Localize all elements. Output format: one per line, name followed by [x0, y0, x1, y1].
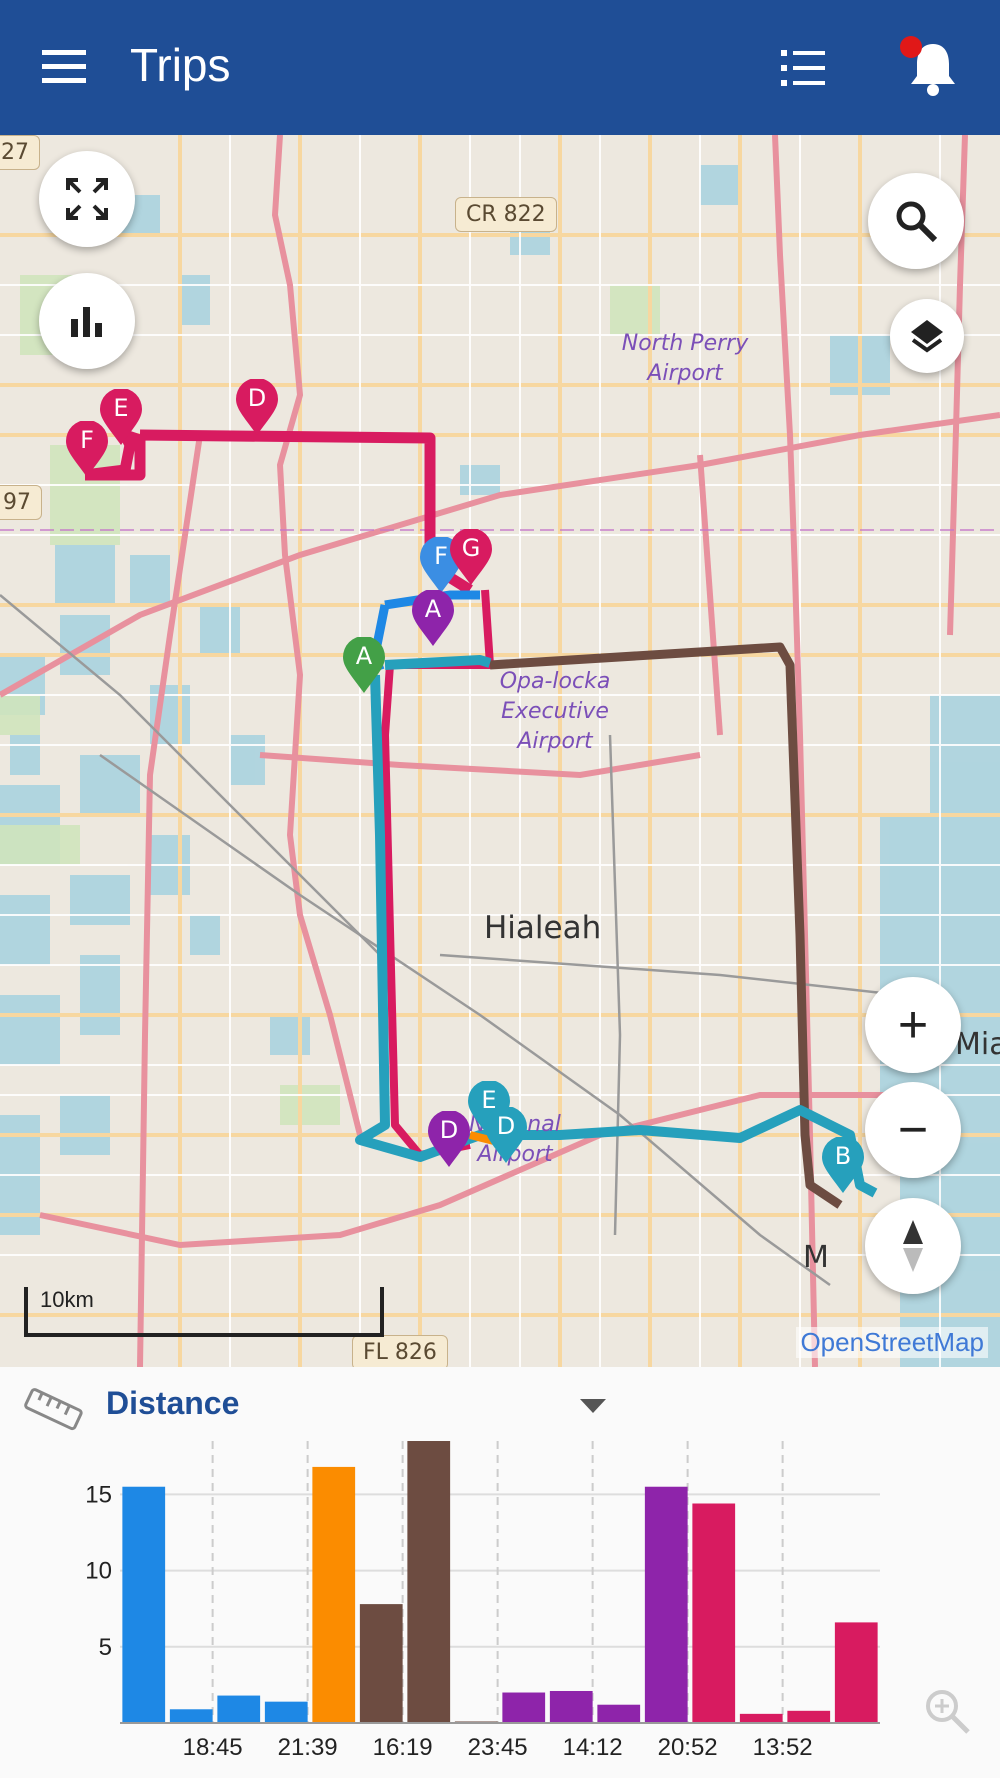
- app-bar: Trips: [0, 0, 1000, 135]
- route-marker[interactable]: A: [341, 636, 387, 695]
- x-tick-label: 23:45: [468, 1734, 528, 1761]
- zoom-out-button[interactable]: −: [865, 1082, 961, 1178]
- menu-icon[interactable]: [40, 42, 94, 92]
- y-tick-label: 15: [85, 1481, 112, 1508]
- map-scale-bar: 10km: [24, 1287, 384, 1337]
- minus-icon: −: [897, 1101, 929, 1159]
- y-tick-label: 10: [85, 1558, 112, 1585]
- statistics-button[interactable]: [39, 273, 135, 369]
- x-tick-label: 13:52: [753, 1734, 813, 1761]
- bar-chart-icon: [71, 307, 102, 337]
- x-tick-label: 18:45: [183, 1734, 243, 1761]
- route-marker[interactable]: E: [98, 388, 144, 447]
- chart-bar: [122, 1486, 166, 1723]
- chevron-down-icon[interactable]: [580, 1397, 606, 1415]
- notification-badge: [900, 36, 922, 58]
- chart-bar: [644, 1486, 688, 1723]
- search-button[interactable]: [868, 173, 964, 269]
- route-marker[interactable]: B: [820, 1136, 866, 1195]
- chart-bar: [739, 1713, 783, 1723]
- plus-icon: +: [897, 996, 929, 1054]
- route-marker[interactable]: G: [448, 528, 494, 587]
- chart-bar: [502, 1692, 546, 1723]
- layers-button[interactable]: [890, 299, 964, 373]
- zoom-in-button[interactable]: +: [865, 977, 961, 1073]
- chart-bar: [834, 1622, 878, 1723]
- metric-selector-label[interactable]: Distance: [106, 1385, 239, 1422]
- airport-label-north-perry: North Perry Airport: [621, 331, 749, 386]
- road-shield-fl826: FL 826: [352, 1335, 448, 1367]
- x-tick-label: 20:52: [658, 1734, 718, 1761]
- distance-bar-chart[interactable]: 5 10 15 18:45 21:39 16:19 23:45 14:12 20:52 13:52: [0, 1423, 1000, 1778]
- city-label-hialeah: Hialeah: [484, 910, 602, 946]
- statistics-panel: Distance 5 10 15 18:45 21:39 16:19 23:45 14:12 2…: [0, 1367, 1000, 1778]
- chart-bar: [692, 1503, 736, 1723]
- list-view-icon[interactable]: [775, 40, 831, 96]
- partial-label-mia: Mia: [955, 1027, 1000, 1062]
- chart-bar: [312, 1466, 356, 1723]
- fullscreen-button[interactable]: [39, 151, 135, 247]
- airport-label-opa-locka: Opa-locka Executive Airport: [499, 669, 611, 754]
- page-title: Trips: [130, 39, 231, 91]
- chart-bar: [359, 1604, 403, 1723]
- y-tick-label: 5: [99, 1634, 112, 1661]
- chart-bar: [169, 1709, 213, 1723]
- road-shield-27: 27: [0, 135, 40, 170]
- x-tick-label: 14:12: [563, 1734, 623, 1761]
- road-shield-cr822: CR 822: [455, 197, 557, 232]
- route-marker[interactable]: A: [410, 589, 456, 648]
- chart-bar: [217, 1695, 261, 1723]
- chart-bar: [407, 1441, 451, 1723]
- chart-bar: [787, 1710, 831, 1723]
- chart-bar: [264, 1701, 308, 1723]
- x-tick-label: 21:39: [278, 1734, 338, 1761]
- chart-zoom-icon[interactable]: [922, 1686, 972, 1736]
- map-view[interactable]: Hialeah North Perry Airport Opa-locka Ex…: [0, 135, 1000, 1367]
- search-icon: [896, 201, 938, 243]
- fullscreen-icon: [66, 178, 108, 220]
- route-marker[interactable]: D: [426, 1110, 472, 1169]
- chart-bar: [597, 1704, 641, 1723]
- compass-button[interactable]: [865, 1198, 961, 1294]
- partial-label-m: M: [803, 1240, 829, 1275]
- route-marker[interactable]: D: [483, 1106, 529, 1165]
- route-marker[interactable]: D: [234, 378, 280, 437]
- layers-icon: [911, 320, 943, 353]
- x-tick-label: 16:19: [373, 1734, 433, 1761]
- compass-icon: [903, 1220, 923, 1272]
- chart-bar: [549, 1690, 593, 1723]
- map-attribution-link[interactable]: OpenStreetMap: [796, 1327, 988, 1358]
- road-shield-97: 97: [0, 485, 42, 520]
